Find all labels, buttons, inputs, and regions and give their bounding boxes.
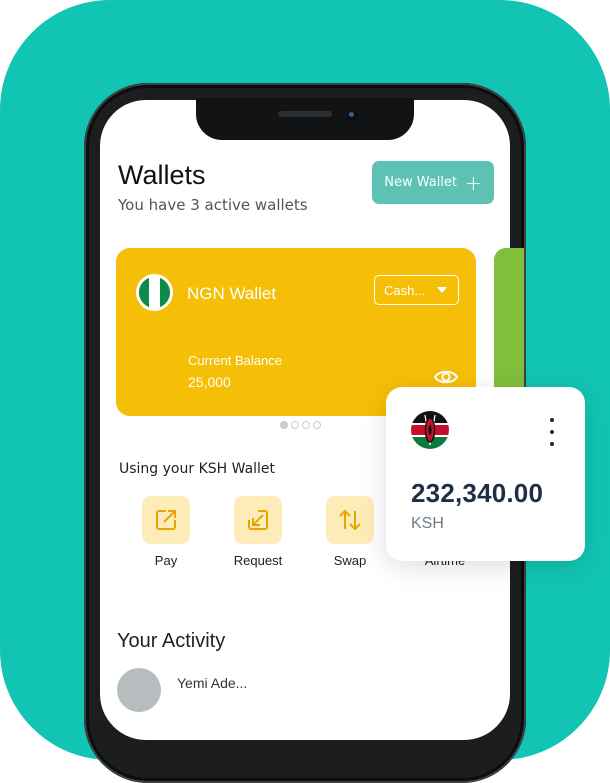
speaker-grille	[278, 111, 332, 117]
currency-dropdown[interactable]: Cash...	[374, 275, 459, 305]
avatar	[117, 668, 161, 712]
ksh-balance-card[interactable]	[386, 387, 585, 561]
swap-button[interactable]	[326, 496, 374, 544]
phone-notch	[196, 98, 414, 140]
request-action[interactable]: Request	[218, 496, 298, 568]
kenya-flag-icon	[411, 411, 449, 449]
arrow-down-left-icon	[248, 510, 268, 530]
actions-section-title: Using your KSH Wallet	[119, 461, 276, 477]
more-options-icon[interactable]	[545, 418, 559, 446]
new-wallet-button[interactable]: New Wallet +	[372, 161, 494, 204]
balance-value: 25,000	[188, 374, 231, 390]
front-camera	[347, 110, 358, 121]
activity-item-name: Yemi Ade...	[177, 675, 248, 691]
page-title: Wallets	[118, 160, 206, 190]
wallet-name: NGN Wallet	[187, 284, 277, 303]
arrow-up-right-icon	[156, 510, 176, 530]
balance-label: Current Balance	[188, 353, 282, 368]
swap-action[interactable]: Swap	[310, 496, 390, 568]
swap-icon	[339, 509, 361, 531]
pay-action[interactable]: Pay	[126, 496, 206, 568]
carousel-dot[interactable]	[313, 421, 321, 429]
chevron-down-icon	[437, 287, 448, 293]
new-wallet-label: New Wallet	[384, 175, 458, 190]
carousel-indicator	[280, 421, 321, 429]
ksh-currency-label: KSH	[411, 515, 444, 532]
swap-label: Swap	[333, 553, 367, 568]
pay-label: Pay	[154, 553, 178, 568]
carousel-dot[interactable]	[280, 421, 288, 429]
currency-dropdown-value: Cash...	[384, 282, 426, 298]
eye-icon[interactable]	[433, 366, 459, 388]
pay-button[interactable]	[142, 496, 190, 544]
carousel-dot[interactable]	[291, 421, 299, 429]
carousel-dot[interactable]	[302, 421, 310, 429]
nigeria-flag-icon	[136, 274, 173, 311]
ksh-balance-amount: 232,340.00	[411, 478, 544, 508]
activity-title: Your Activity	[117, 630, 226, 652]
activity-list-item[interactable]: Yemi Ade...	[117, 668, 417, 712]
request-label: Request	[233, 553, 283, 568]
page-subtitle: You have 3 active wallets	[118, 196, 308, 214]
request-button[interactable]	[234, 496, 282, 544]
plus-icon: +	[465, 170, 482, 195]
